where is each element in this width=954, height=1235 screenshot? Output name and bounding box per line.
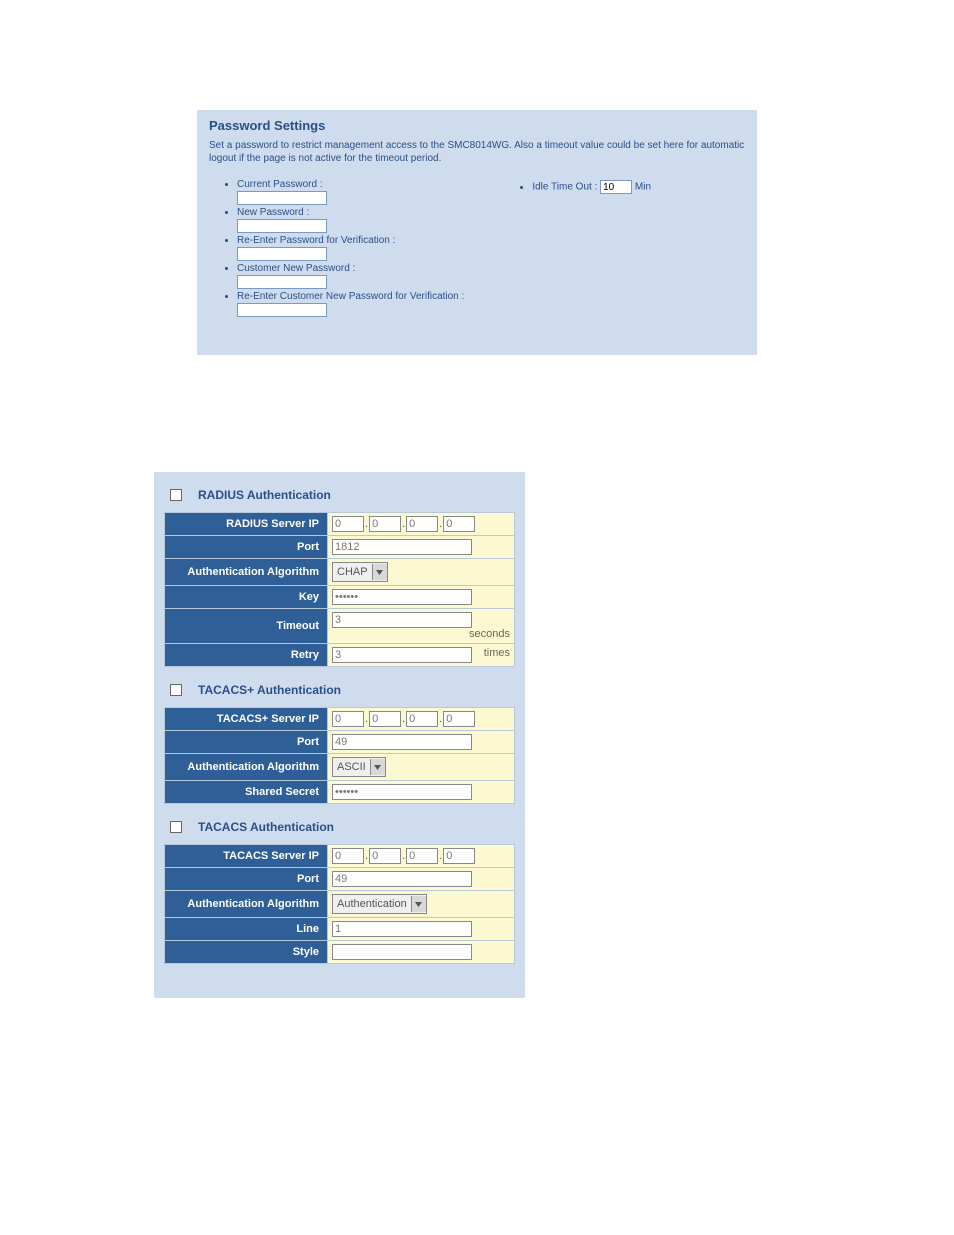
tacacs-plus-ip-4[interactable] [443, 711, 475, 727]
chevron-down-icon [372, 564, 387, 580]
tacacs-ip-4[interactable] [443, 848, 475, 864]
tacacs-table: TACACS Server IP ... Port Authentication… [164, 844, 515, 964]
tacacs-server-ip-label: TACACS Server IP [165, 845, 328, 868]
tacacs-plus-section-header: TACACS+ Authentication [170, 683, 515, 697]
tacacs-plus-ip-1[interactable] [332, 711, 364, 727]
chevron-down-icon [370, 759, 385, 775]
password-settings-panel: Password Settings Set a password to rest… [197, 110, 757, 355]
radius-retry-label: Retry [165, 644, 328, 667]
current-password-label: Current Password : [237, 179, 323, 190]
tacacs-plus-port-input[interactable] [332, 734, 472, 750]
tacacs-plus-server-ip-label: TACACS+ Server IP [165, 708, 328, 731]
idle-timeout-input[interactable] [600, 180, 632, 194]
customer-new-password-label: Customer New Password : [237, 263, 355, 274]
new-password-input[interactable] [237, 219, 327, 233]
tacacs-line-label: Line [165, 918, 328, 941]
radius-key-label: Key [165, 586, 328, 609]
tacacs-title: TACACS Authentication [198, 820, 334, 834]
current-password-input[interactable] [237, 191, 327, 205]
radius-timeout-unit: seconds [469, 628, 510, 640]
idle-timeout-unit: Min [635, 182, 651, 193]
tacacs-style-input[interactable] [332, 944, 472, 960]
tacacs-plus-algo-label: Authentication Algorithm [165, 754, 328, 781]
chevron-down-icon [411, 896, 426, 912]
radius-algo-value: CHAP [337, 566, 368, 578]
tacacs-plus-title: TACACS+ Authentication [198, 683, 341, 697]
radius-enable-checkbox[interactable] [170, 489, 182, 501]
customer-new-password-input[interactable] [237, 275, 327, 289]
authentication-panel: RADIUS Authentication RADIUS Server IP .… [154, 472, 525, 998]
radius-port-label: Port [165, 536, 328, 559]
tacacs-style-label: Style [165, 941, 328, 964]
tacacs-plus-ip-3[interactable] [406, 711, 438, 727]
radius-timeout-label: Timeout [165, 609, 328, 644]
radius-title: RADIUS Authentication [198, 488, 331, 502]
radius-key-input[interactable] [332, 589, 472, 605]
tacacs-section-header: TACACS Authentication [170, 820, 515, 834]
tacacs-plus-enable-checkbox[interactable] [170, 684, 182, 696]
tacacs-plus-secret-input[interactable] [332, 784, 472, 800]
tacacs-plus-ip-2[interactable] [369, 711, 401, 727]
password-settings-description: Set a password to restrict management ac… [209, 139, 745, 165]
tacacs-plus-algo-value: ASCII [337, 761, 366, 773]
radius-section-header: RADIUS Authentication [170, 488, 515, 502]
tacacs-ip-3[interactable] [406, 848, 438, 864]
tacacs-plus-port-label: Port [165, 731, 328, 754]
idle-timeout-label: Idle Time Out : [532, 182, 597, 193]
radius-retry-input[interactable] [332, 647, 472, 663]
reenter-password-input[interactable] [237, 247, 327, 261]
password-settings-title: Password Settings [209, 118, 745, 133]
radius-retry-unit: times [484, 647, 510, 659]
reenter-customer-password-input[interactable] [237, 303, 327, 317]
tacacs-ip-2[interactable] [369, 848, 401, 864]
tacacs-plus-algo-select[interactable]: ASCII [332, 757, 386, 777]
tacacs-algo-value: Authentication [337, 898, 407, 910]
radius-algo-select[interactable]: CHAP [332, 562, 388, 582]
new-password-label: New Password : [237, 207, 309, 218]
radius-server-ip-cell: ... [328, 513, 515, 536]
tacacs-port-input[interactable] [332, 871, 472, 887]
radius-ip-3[interactable] [406, 516, 438, 532]
tacacs-port-label: Port [165, 868, 328, 891]
tacacs-line-input[interactable] [332, 921, 472, 937]
radius-ip-1[interactable] [332, 516, 364, 532]
tacacs-plus-secret-label: Shared Secret [165, 781, 328, 804]
radius-ip-2[interactable] [369, 516, 401, 532]
radius-timeout-input[interactable] [332, 612, 472, 628]
tacacs-ip-1[interactable] [332, 848, 364, 864]
idle-timeout-column: Idle Time Out : Min [504, 179, 651, 319]
reenter-customer-password-label: Re-Enter Customer New Password for Verif… [237, 291, 464, 302]
radius-port-input[interactable] [332, 539, 472, 555]
radius-ip-4[interactable] [443, 516, 475, 532]
tacacs-algo-select[interactable]: Authentication [332, 894, 427, 914]
reenter-password-label: Re-Enter Password for Verification : [237, 235, 395, 246]
radius-table: RADIUS Server IP ... Port Authentication… [164, 512, 515, 667]
tacacs-enable-checkbox[interactable] [170, 821, 182, 833]
radius-server-ip-label: RADIUS Server IP [165, 513, 328, 536]
tacacs-plus-table: TACACS+ Server IP ... Port Authenticatio… [164, 707, 515, 804]
radius-algo-label: Authentication Algorithm [165, 559, 328, 586]
password-fields-column: Current Password : New Password : Re-Ent… [209, 179, 464, 319]
tacacs-algo-label: Authentication Algorithm [165, 891, 328, 918]
